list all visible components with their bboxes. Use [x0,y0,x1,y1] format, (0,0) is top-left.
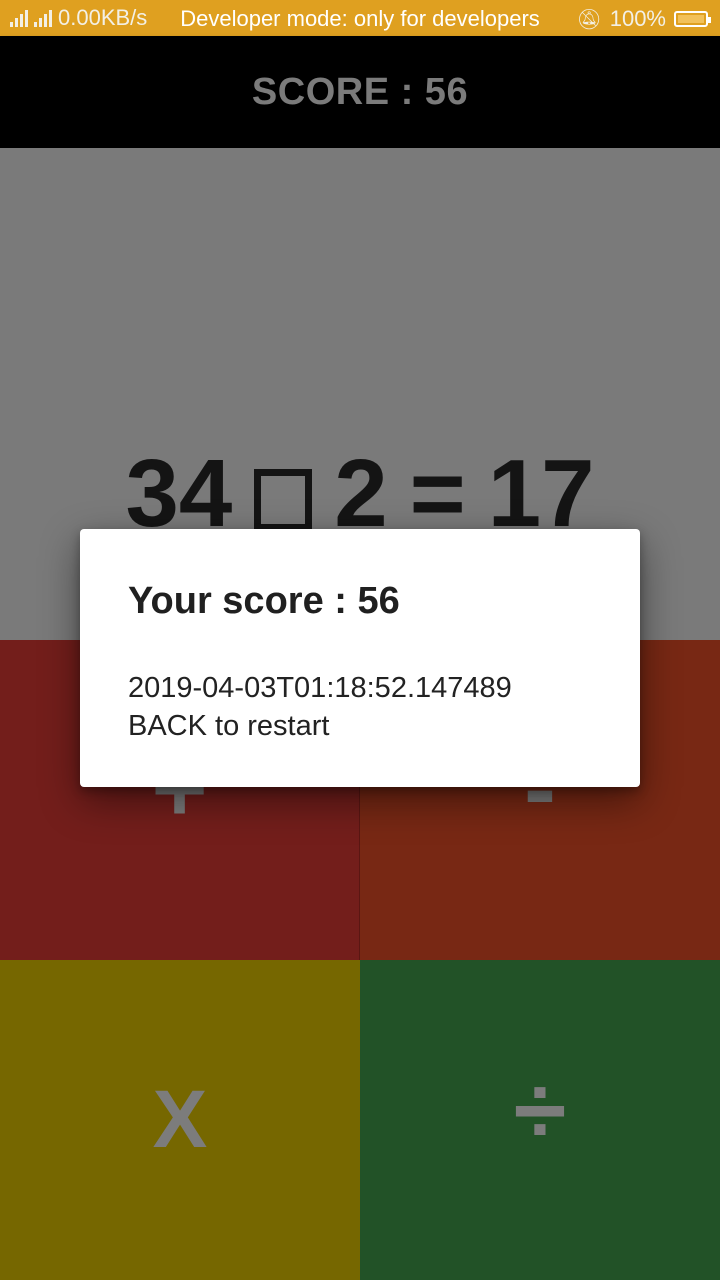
dialog-instruction: BACK to restart [128,710,330,742]
dialog-timestamp: 2019-04-03T01:18:52.147489 [128,672,512,704]
score-dialog: Your score : 56 2019-04-03T01:18:52.1474… [80,529,640,787]
dialog-title: Your score : 56 [128,580,400,622]
